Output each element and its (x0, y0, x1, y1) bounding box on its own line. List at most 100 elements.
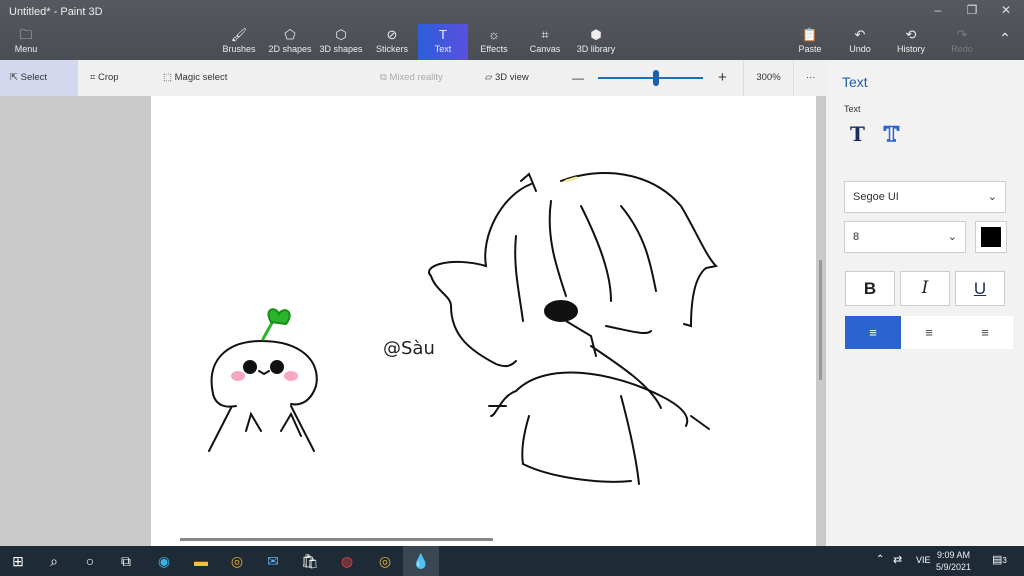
drawing: @Sàu (208, 172, 719, 485)
tab-3d-library[interactable]: ⬢ 3D library (572, 24, 620, 60)
tab-label: Stickers (375, 44, 408, 54)
3d-view-label: 3D view (494, 72, 529, 83)
edge-icon[interactable]: ◉ (146, 546, 182, 576)
tab-stickers[interactable]: ⊘ Stickers (368, 24, 416, 60)
tab-effects[interactable]: ☼ Effects (470, 24, 518, 60)
tab-text[interactable]: T Text (418, 24, 468, 60)
tab-label: 3D library (576, 44, 616, 54)
action-label: Paste (798, 44, 822, 54)
redo-button[interactable]: ↷ Redo (938, 24, 986, 60)
canvas-icon: ⌗ (541, 27, 549, 42)
tab-label: Canvas (529, 44, 561, 54)
crop-icon: ⌗ (90, 72, 98, 83)
font-size-value: 8 (853, 231, 860, 243)
search-icon[interactable]: ⌕ (36, 546, 72, 576)
align-right-button[interactable]: ≡ (957, 316, 1013, 349)
tab-label: Effects (480, 44, 508, 54)
file-explorer-icon[interactable]: ▬ (183, 546, 219, 576)
sticker-icon: ⊘ (386, 27, 398, 42)
underline-button[interactable]: U (955, 271, 1005, 306)
network-icon[interactable]: ⇄ (893, 553, 902, 566)
font-size-dropdown[interactable]: 8 ⌄ (844, 221, 966, 253)
ribbon: Untitled* - Paint 3D – ❐ ✕ 🗀 Menu 🖌 Brushe… (0, 0, 1024, 60)
undo-button[interactable]: ↶ Undo (836, 24, 884, 60)
zoom-in-button[interactable]: + (708, 60, 737, 96)
chrome-icon[interactable]: ◎ (219, 546, 255, 576)
font-family-value: Segoe UI (853, 191, 899, 203)
tab-canvas[interactable]: ⌗ Canvas (521, 24, 569, 60)
font-family-dropdown[interactable]: Segoe UI ⌄ (844, 181, 1006, 213)
sun-icon: ☼ (488, 27, 500, 42)
align-center-button[interactable]: ≡ (901, 316, 957, 349)
clock[interactable]: 9:09 AM 5/9/2021 (936, 549, 971, 573)
3d-text-button[interactable]: T (883, 121, 899, 147)
tab-brushes[interactable]: 🖌 Brushes (215, 24, 263, 60)
magic-select-label: Magic select (174, 72, 228, 83)
select-button[interactable]: ⇱ Select (0, 60, 78, 96)
zoom-out-button[interactable]: — (562, 60, 594, 96)
minimize-button[interactable]: – (928, 3, 948, 17)
crop-button[interactable]: ⌗ Crop (80, 60, 129, 96)
taskbar: ⊞ ⌕ ○ ⧉ ◉ ▬ ◎ ✉ 🛍 ◍ ◎ 💧 ⌃ ⇄ VIE 9:09 AM 5… (0, 546, 1024, 576)
tab-2d-shapes[interactable]: ⬠ 2D shapes (266, 24, 314, 60)
zoom-level[interactable]: 300% (743, 60, 794, 96)
italic-button[interactable]: I (900, 271, 950, 306)
store-icon[interactable]: 🛍 (292, 546, 328, 576)
brush-icon: 🖌 (230, 27, 248, 42)
chevron-down-icon: ⌄ (947, 231, 957, 243)
window-title: Untitled* - Paint 3D (9, 6, 103, 18)
language-indicator[interactable]: VIE (916, 555, 931, 565)
cube-icon: ⬡ (335, 27, 347, 42)
date: 5/9/2021 (936, 562, 972, 572)
start-button[interactable]: ⊞ (0, 546, 36, 576)
undo-icon: ↶ (854, 27, 866, 42)
bold-button[interactable]: B (845, 271, 895, 306)
show-hidden-icons[interactable]: ⌃ (876, 554, 884, 565)
redo-icon: ↷ (956, 27, 968, 42)
drawing-canvas[interactable]: @Sàu (151, 96, 816, 546)
3d-view-button[interactable]: ▱ 3D view (475, 60, 539, 96)
select-label: Select (20, 72, 48, 83)
vertical-scrollbar[interactable] (819, 260, 822, 380)
tab-label: 2D shapes (268, 44, 312, 54)
app-icon[interactable]: ◍ (329, 546, 365, 576)
menu-button[interactable]: 🗀 Menu (2, 24, 50, 60)
action-label: Undo (849, 44, 871, 54)
chevron-down-icon: ⌄ (987, 191, 997, 203)
maximize-button[interactable]: ❐ (962, 3, 982, 17)
history-icon: ⟲ (905, 27, 917, 42)
chrome-profile-icon[interactable]: ◎ (367, 546, 403, 576)
mixed-reality-button[interactable]: ⧉ Mixed reality (370, 60, 453, 96)
clipboard-icon: 📋 (801, 27, 819, 42)
notifications-icon[interactable]: ▤3 (992, 553, 1007, 566)
paste-button[interactable]: 📋 Paste (786, 24, 834, 60)
menu-label: Menu (14, 44, 38, 54)
tab-3d-shapes[interactable]: ⬡ 3D shapes (317, 24, 365, 60)
tab-label: Text (434, 44, 452, 54)
mail-icon[interactable]: ✉ (255, 546, 291, 576)
canvas-text[interactable]: @Sàu (383, 338, 435, 359)
text-color-picker[interactable] (975, 221, 1007, 253)
girl-character (428, 172, 719, 485)
tab-label: 3D shapes (319, 44, 363, 54)
cortana-icon[interactable]: ○ (72, 546, 108, 576)
magic-select-button[interactable]: ⬚ Magic select (153, 60, 237, 96)
align-left-button[interactable]: ≡ (845, 316, 901, 349)
panel-section-label: Text (844, 104, 861, 114)
task-view-icon[interactable]: ⧉ (108, 546, 144, 576)
history-button[interactable]: ⟲ History (887, 24, 935, 60)
more-button[interactable]: ··· (796, 60, 826, 96)
zoom-slider-thumb[interactable] (653, 70, 659, 86)
close-button[interactable]: ✕ (996, 3, 1016, 17)
paint-3d-icon[interactable]: 💧 (403, 546, 439, 576)
2d-text-button[interactable]: T (850, 122, 865, 146)
mixed-reality-label: Mixed reality (389, 72, 443, 83)
horizontal-scrollbar[interactable] (180, 538, 493, 541)
time: 9:09 AM (937, 550, 971, 560)
magic-select-icon: ⬚ (163, 72, 175, 83)
text-panel: Text Text T T Segoe UI ⌄ 8 ⌄ B I U ≡ ≡ ≡ (826, 60, 1024, 546)
action-label: History (896, 44, 925, 54)
panel-title: Text (842, 74, 868, 90)
zoom-slider[interactable] (598, 77, 703, 79)
color-swatch (981, 227, 1001, 247)
